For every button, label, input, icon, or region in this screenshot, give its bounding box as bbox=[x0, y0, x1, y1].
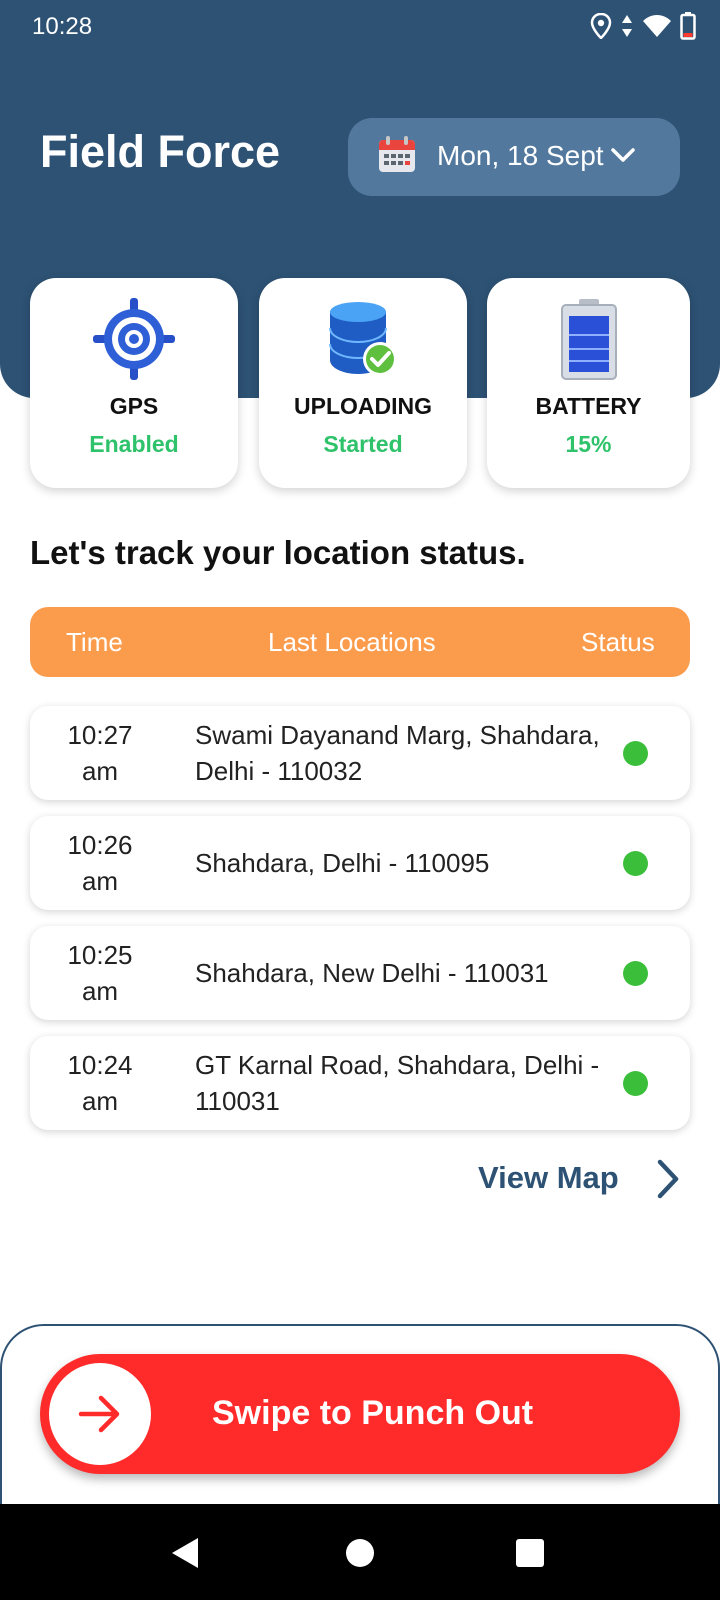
location-icon bbox=[590, 13, 612, 39]
view-map-label: View Map bbox=[478, 1160, 619, 1195]
gps-card: GPS Enabled bbox=[30, 278, 238, 488]
status-bar: 10:28 bbox=[0, 0, 720, 54]
chevron-down-icon bbox=[610, 146, 636, 169]
database-upload-icon bbox=[320, 296, 406, 382]
status-dot bbox=[623, 851, 648, 876]
calendar-icon bbox=[378, 134, 416, 179]
status-icons bbox=[590, 10, 696, 42]
gps-target-icon bbox=[91, 296, 177, 382]
status-dot bbox=[623, 1071, 648, 1096]
navigation-bar bbox=[0, 1504, 720, 1600]
swipe-label: Swipe to Punch Out bbox=[212, 1394, 534, 1432]
table-row[interactable]: 10:24 am GT Karnal Road, Shahdara, Delhi … bbox=[30, 1036, 690, 1130]
status-time: 10:28 bbox=[32, 13, 93, 40]
table-header: Time Last Locations Status bbox=[30, 607, 690, 677]
swipe-to-punch-out-button[interactable]: Swipe to Punch Out bbox=[40, 1354, 680, 1474]
uploading-card: UPLOADING Started bbox=[259, 278, 467, 488]
uploading-label: UPLOADING bbox=[294, 393, 432, 419]
row-location: Shahdara, New Delhi - 110031 bbox=[195, 958, 549, 988]
back-icon[interactable] bbox=[170, 1536, 200, 1575]
row-time: 10:25 am bbox=[67, 940, 133, 1006]
battery-card: BATTERY 15% bbox=[487, 278, 690, 488]
home-icon[interactable] bbox=[344, 1536, 376, 1575]
chevron-right-icon bbox=[654, 1158, 682, 1205]
battery-level-icon bbox=[546, 296, 632, 382]
gps-label: GPS bbox=[109, 393, 159, 419]
row-time: 10:26 am bbox=[67, 830, 133, 896]
status-dot bbox=[623, 741, 648, 766]
row-location: GT Karnal Road, Shahdara, Delhi - 110031 bbox=[195, 1050, 600, 1116]
row-time: 10:24 am bbox=[67, 1050, 133, 1116]
view-map-link[interactable]: View Map bbox=[478, 1159, 679, 1199]
data-arrows-icon bbox=[620, 14, 634, 38]
section-title: Let's track your location status. bbox=[30, 534, 526, 571]
wifi-icon bbox=[642, 14, 672, 38]
gps-value: Enabled bbox=[89, 431, 179, 457]
date-label: Mon, 18 Sept bbox=[437, 140, 604, 171]
table-row[interactable]: 10:26 am Shahdara, Delhi - 110095 bbox=[30, 816, 690, 910]
swipe-knob[interactable] bbox=[49, 1363, 151, 1465]
table-row[interactable]: 10:25 am Shahdara, New Delhi - 110031 bbox=[30, 926, 690, 1020]
row-location: Swami Dayanand Marg, Shahdara, Delhi - 1… bbox=[195, 720, 600, 786]
arrow-right-icon bbox=[78, 1395, 120, 1433]
table-row[interactable]: 10:27 am Swami Dayanand Marg, Shahdara, D… bbox=[30, 706, 690, 800]
battery-label: BATTERY bbox=[535, 393, 642, 419]
column-status: Status bbox=[581, 627, 655, 657]
column-time: Time bbox=[66, 627, 123, 657]
date-picker[interactable]: Mon, 18 Sept bbox=[348, 118, 680, 196]
uploading-value: Started bbox=[323, 431, 403, 457]
column-last-locations: Last Locations bbox=[268, 627, 436, 657]
battery-value: 15% bbox=[565, 431, 612, 457]
row-time: 10:27 am bbox=[67, 720, 133, 786]
row-location: Shahdara, Delhi - 110095 bbox=[195, 848, 490, 878]
status-dot bbox=[623, 961, 648, 986]
battery-icon bbox=[680, 12, 696, 40]
app-title: Field Force bbox=[40, 126, 281, 177]
recents-icon[interactable] bbox=[514, 1536, 546, 1575]
